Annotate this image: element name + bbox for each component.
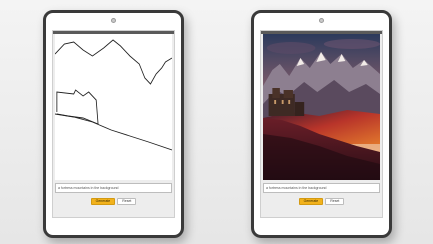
prompt-input[interactable]: a fortress mountains in the background [55, 183, 172, 193]
camera-icon [111, 18, 116, 23]
prompt-input[interactable]: a fortress mountains in the background [263, 183, 380, 193]
generate-button[interactable]: Generate [90, 197, 116, 205]
reset-button[interactable]: Reset [325, 197, 345, 205]
sketch-canvas[interactable] [55, 34, 172, 180]
button-row: Generate Reset [263, 194, 380, 208]
sketch-drawing [55, 34, 172, 180]
tablet-result: a fortress mountains in the background G… [251, 10, 392, 238]
tablet-sketch: a fortress mountains in the background G… [43, 10, 184, 238]
generated-image [263, 34, 380, 180]
generate-button[interactable]: Generate [298, 197, 324, 205]
generated-landscape [263, 34, 380, 180]
button-row: Generate Reset [55, 194, 172, 208]
camera-icon [319, 18, 324, 23]
tablet-screen: a fortress mountains in the background G… [52, 30, 175, 218]
reset-button[interactable]: Reset [117, 197, 137, 205]
tablet-screen: a fortress mountains in the background G… [260, 30, 383, 218]
